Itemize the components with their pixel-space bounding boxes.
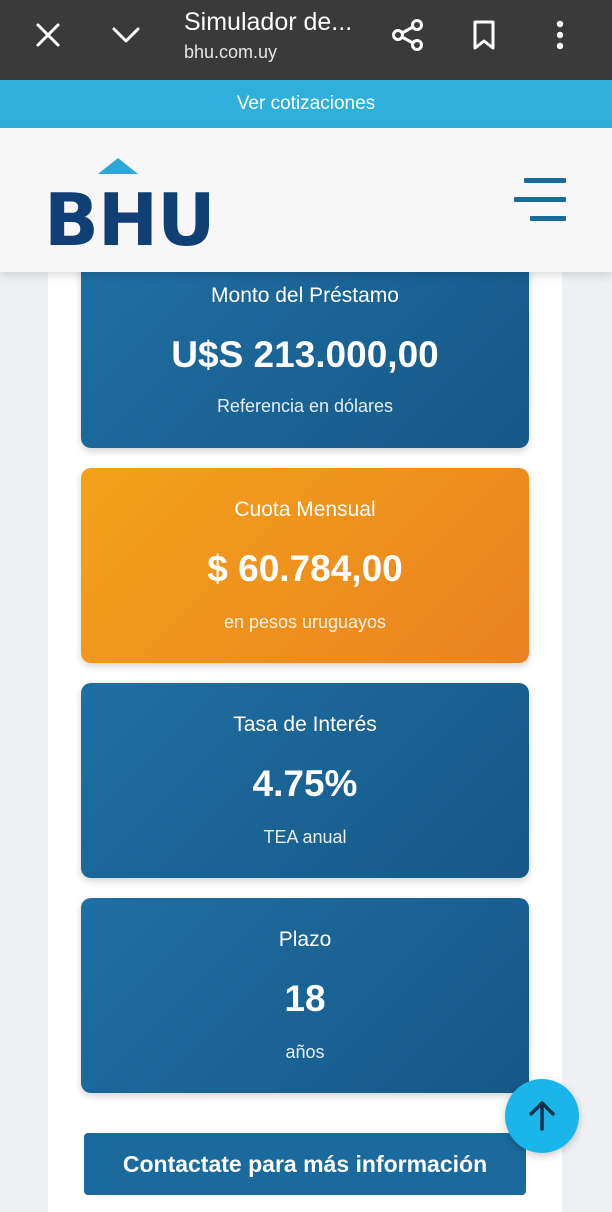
contact-button[interactable]: Contactate para más información bbox=[84, 1133, 526, 1195]
bookmark-button[interactable] bbox=[454, 0, 514, 70]
monto-card: Monto del Préstamo U$S 213.000,00 Refere… bbox=[81, 262, 529, 448]
plazo-label: Plazo bbox=[278, 928, 332, 951]
page-url: bhu.com.uy bbox=[184, 42, 278, 62]
ver-cotizaciones-link[interactable]: Ver cotizaciones bbox=[0, 80, 612, 128]
tasa-card: Tasa de Interés 4.75% TEA anual bbox=[81, 683, 529, 878]
browser-toolbar: Simulador de... bhu.com.uy bbox=[0, 0, 612, 80]
cuota-card: Cuota Mensual $ 60.784,00 en pesos urugu… bbox=[81, 468, 529, 663]
page-title-block[interactable]: Simulador de... bhu.com.uy bbox=[184, 6, 374, 64]
cuota-value: $ 60.784,00 bbox=[207, 548, 403, 589]
hamburger-menu-icon bbox=[524, 178, 566, 183]
minimize-button[interactable] bbox=[96, 0, 156, 70]
cuota-sub: en pesos uruguayos bbox=[223, 612, 387, 632]
close-tab-button[interactable] bbox=[18, 0, 78, 70]
roof-icon bbox=[98, 158, 138, 174]
plazo-value: 18 bbox=[284, 978, 326, 1019]
menu-button[interactable] bbox=[512, 178, 572, 222]
monto-value: U$S 213.000,00 bbox=[171, 334, 439, 375]
plazo-sub: años bbox=[285, 1042, 325, 1062]
cuota-label: Cuota Mensual bbox=[234, 498, 376, 521]
arrow-up-icon bbox=[529, 1101, 555, 1131]
monto-sub: Referencia en dólares bbox=[216, 396, 394, 416]
tasa-sub: TEA anual bbox=[263, 827, 347, 847]
site-header: BHU bbox=[0, 128, 612, 272]
close-icon bbox=[36, 23, 60, 47]
bhu-logo[interactable]: BHU bbox=[44, 156, 216, 266]
chevron-down-icon bbox=[112, 27, 140, 43]
scroll-to-top-button[interactable] bbox=[505, 1079, 579, 1153]
plazo-card: Plazo 18 años bbox=[81, 898, 529, 1093]
page-title: Simulador de... bbox=[184, 8, 353, 36]
share-button[interactable] bbox=[378, 0, 438, 70]
bookmark-icon bbox=[473, 20, 495, 50]
tasa-value: 4.75% bbox=[252, 763, 358, 804]
monto-label: Monto del Préstamo bbox=[211, 284, 399, 307]
tasa-label: Tasa de Interés bbox=[233, 713, 377, 736]
more-options-button[interactable] bbox=[530, 0, 590, 70]
share-icon bbox=[392, 19, 423, 51]
more-vert-icon bbox=[556, 20, 564, 50]
logo-text: BHU bbox=[44, 178, 216, 262]
